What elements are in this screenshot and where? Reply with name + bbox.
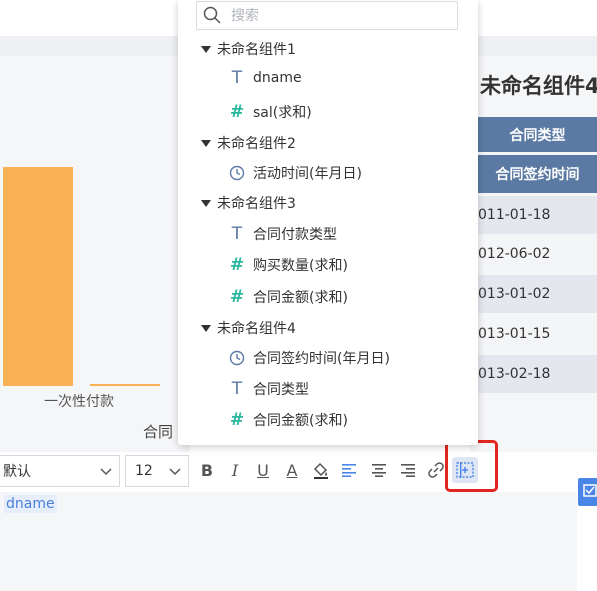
align-right-icon — [401, 464, 415, 477]
tree-group-label: 未命名组件2 — [217, 136, 296, 152]
align-left-icon — [342, 464, 356, 477]
tree-field-label: 活动时间(年月日) — [253, 166, 362, 182]
tree-field-label: 合同金额(求和) — [253, 413, 348, 429]
tree-field-label: sal(求和) — [253, 105, 312, 121]
side-expand-button[interactable] — [578, 478, 597, 506]
x-axis-title: 合同 — [143, 423, 174, 441]
table-row: 013-02-18 — [478, 355, 597, 393]
font-size-value: 12 — [135, 463, 153, 479]
font-family-select[interactable]: 默认 — [0, 455, 120, 487]
tree-field-contract-amount-2[interactable]: # 合同金额(求和) — [229, 410, 348, 430]
align-right-button[interactable] — [396, 459, 418, 481]
tree-field-label: 合同签约时间(年月日) — [253, 351, 390, 367]
search-icon — [203, 6, 221, 24]
bold-button[interactable]: B — [196, 459, 218, 481]
align-left-button[interactable] — [339, 459, 361, 481]
paint-bucket-icon — [313, 462, 328, 479]
clock-icon — [229, 165, 245, 181]
x-axis-tick-label: 一次性付款 — [44, 394, 114, 410]
editor-field-tag[interactable]: dname — [4, 495, 57, 513]
checkbox-icon — [583, 484, 597, 497]
tree-group-2[interactable]: 未命名组件2 — [201, 133, 296, 153]
tree-field-payment-type[interactable]: T 合同付款类型 — [229, 224, 337, 244]
italic-button[interactable]: I — [224, 459, 246, 481]
caret-down-icon — [201, 324, 211, 332]
table-row: 013-01-15 — [478, 315, 597, 353]
tree-field-contract-amount[interactable]: # 合同金额(求和) — [229, 287, 348, 307]
tree-field-label: 购买数量(求和) — [253, 258, 348, 274]
table-row: 011-01-18 — [478, 196, 597, 234]
tree-field-label: 合同付款类型 — [253, 227, 337, 243]
table-header-sign-time[interactable]: 合同签约时间 — [478, 155, 597, 193]
highlight-annotation-box — [445, 440, 498, 492]
chevron-down-icon — [100, 468, 112, 476]
tree-field-label: dname — [253, 70, 302, 86]
underline-button[interactable]: U — [252, 459, 274, 481]
link-icon — [428, 462, 444, 478]
caret-down-icon — [201, 139, 211, 147]
fill-color-button[interactable] — [310, 459, 332, 481]
tree-group-label: 未命名组件4 — [217, 321, 296, 337]
tree-field-label: 合同类型 — [253, 382, 309, 398]
tree-group-label: 未命名组件3 — [217, 196, 296, 212]
tree-field-label: 合同金额(求和) — [253, 290, 348, 306]
tree-field-purchase-qty[interactable]: # 购买数量(求和) — [229, 255, 348, 275]
chart-bar-2 — [90, 384, 160, 386]
font-color-button[interactable]: A — [281, 459, 303, 481]
number-hash-icon: # — [229, 410, 245, 430]
table-row: 013-01-02 — [478, 275, 597, 313]
align-center-icon — [372, 464, 386, 477]
tree-field-sal[interactable]: # sal(求和) — [229, 102, 312, 122]
tree-field-sign-time[interactable]: 合同签约时间(年月日) — [229, 348, 390, 368]
caret-down-icon — [201, 199, 211, 207]
font-family-value: 默认 — [3, 464, 31, 480]
caret-down-icon — [201, 45, 211, 53]
chevron-down-icon — [169, 468, 181, 476]
tree-field-contract-type[interactable]: T 合同类型 — [229, 379, 309, 399]
tree-group-1[interactable]: 未命名组件1 — [201, 39, 296, 59]
search-placeholder: 搜索 — [231, 8, 259, 24]
tree-field-activity-time[interactable]: 活动时间(年月日) — [229, 163, 362, 183]
font-size-select[interactable]: 12 — [125, 455, 189, 487]
tree-group-3[interactable]: 未命名组件3 — [201, 193, 296, 213]
align-center-button[interactable] — [368, 459, 390, 481]
clock-icon — [229, 350, 245, 366]
field-dropdown-panel — [178, 0, 478, 445]
chart-bar-1 — [3, 167, 73, 386]
tree-field-dname[interactable]: T dname — [229, 68, 302, 88]
number-hash-icon: # — [229, 255, 245, 275]
tree-group-label: 未命名组件1 — [217, 42, 296, 58]
number-hash-icon: # — [229, 287, 245, 307]
table-header-contract-type[interactable]: 合同类型 — [478, 117, 597, 152]
editor-content-area[interactable] — [0, 492, 577, 591]
number-hash-icon: # — [229, 102, 245, 122]
text-T-icon: T — [231, 224, 243, 244]
table-title: 未命名组件4 — [480, 74, 597, 98]
link-button[interactable] — [425, 459, 447, 481]
tree-group-4[interactable]: 未命名组件4 — [201, 318, 296, 338]
text-T-icon: T — [231, 379, 243, 399]
text-T-icon: T — [231, 68, 243, 88]
table-row: 012-06-02 — [478, 235, 597, 273]
